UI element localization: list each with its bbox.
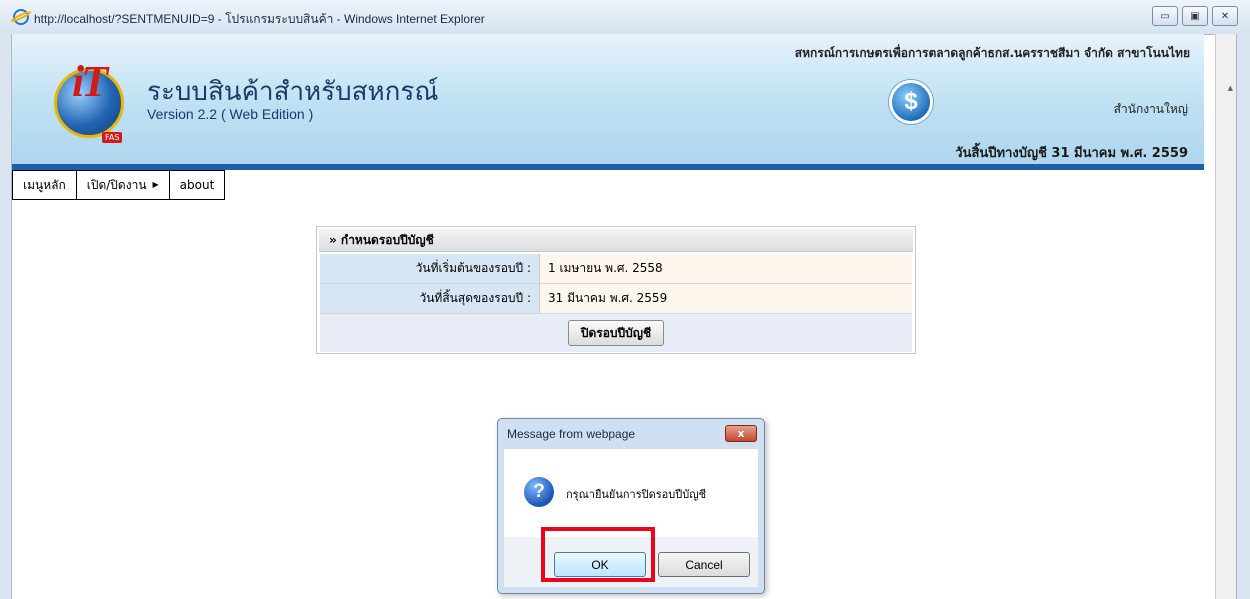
main-menu-bar: เมนูหลัก เปิด/ปิดงาน ▶ about [12,170,226,200]
menu-item-label: เมนูหลัก [23,178,66,192]
dialog-close-button[interactable]: x [725,425,757,442]
ie-browser-icon [13,9,29,25]
fiscal-start-label: วันที่เริ่มต้นของรอบปี : [320,254,540,283]
fiscal-end-value: 31 มีนาคม พ.ศ. 2559 [540,284,912,313]
window-controls: ▭ ▣ ✕ [1152,6,1238,26]
close-fiscal-year-button[interactable]: ปิดรอบปีบัญชี [567,320,665,346]
maximize-button[interactable]: ▣ [1182,6,1208,26]
menu-item-main[interactable]: เมนูหลัก [13,171,77,199]
logo-badge: FAS [102,132,123,143]
app-header: iT FAS ระบบสินค้าสำหรับสหกรณ์ Version 2.… [12,34,1204,170]
panel-footer: ปิดรอบปีบัญชี [320,314,912,352]
vertical-scrollbar[interactable]: ▲ [1215,34,1236,599]
dollar-coin-icon: $ [889,80,933,124]
window-title: http://localhost/?SENTMENUID=9 - โปรแกรม… [34,12,485,26]
fiscal-end-row: วันที่สิ้นสุดของรอบปี : 31 มีนาคม พ.ศ. 2… [320,284,912,314]
window-titlebar: http://localhost/?SENTMENUID=9 - โปรแกรม… [0,0,1250,35]
fiscal-end-label: วันที่สิ้นสุดของรอบปี : [320,284,540,313]
dialog-message: กรุณายืนยันการปิดรอบปีบัญชี [566,488,707,501]
window-frame-right [1236,34,1250,599]
fiscal-year-end: วันสิ้นปีทางบัญชี 31 มีนาคม พ.ศ. 2559 [955,146,1188,161]
fiscal-start-value: 1 เมษายน พ.ศ. 2558 [540,254,912,283]
close-window-button[interactable]: ✕ [1212,6,1238,26]
ok-highlight-annotation [541,527,655,582]
dialog-body: ? กรุณายืนยันการปิดรอบปีบัญชี [504,449,758,537]
fiscal-year-panel: » กำหนดรอบปีบัญชี วันที่เริ่มต้นของรอบปี… [316,226,916,354]
menu-item-about[interactable]: about [170,171,225,199]
coop-name: สหกรณ์การเกษตรเพื่อการตลาดลูกค้าธกส.นครร… [794,46,1190,60]
app-version: Version 2.2 ( Web Edition ) [147,106,314,122]
menu-item-open-close[interactable]: เปิด/ปิดงาน ▶ [77,171,170,199]
minimize-button[interactable]: ▭ [1152,6,1178,26]
panel-title: » กำหนดรอบปีบัญชี [319,229,913,252]
scroll-up-icon[interactable]: ▲ [1228,84,1233,92]
logo-it-text: iT [72,57,108,106]
window-frame-left [0,34,12,599]
cancel-button[interactable]: Cancel [658,552,750,577]
fiscal-start-row: วันที่เริ่มต้นของรอบปี : 1 เมษายน พ.ศ. 2… [320,254,912,284]
question-icon: ? [524,477,554,507]
menu-item-label: about [179,178,215,192]
office-name: สำนักงานใหญ่ [1113,102,1188,116]
dialog-title: Message from webpage [507,427,636,441]
menu-item-label: เปิด/ปิดงาน [86,178,147,192]
dialog-titlebar: Message from webpage x [498,419,764,449]
submenu-arrow-icon: ▶ [152,180,159,189]
